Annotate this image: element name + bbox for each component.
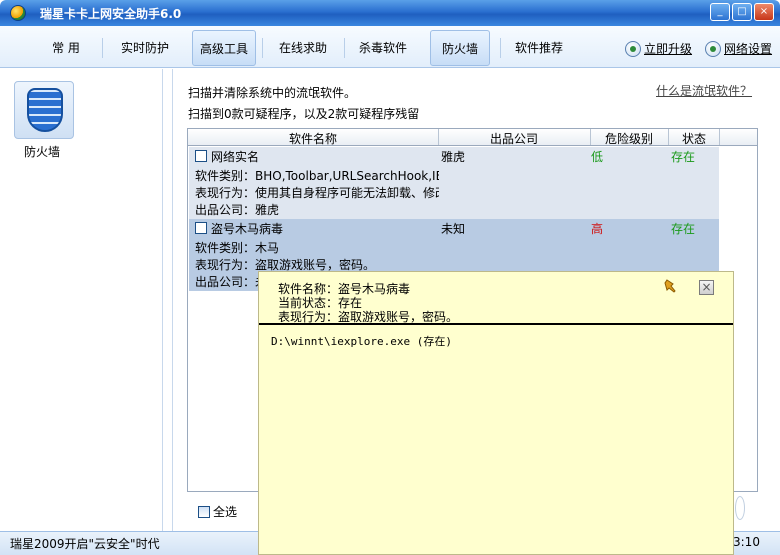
- row-danger-level: 高: [591, 222, 604, 236]
- action-button-edge[interactable]: [735, 496, 745, 520]
- row-checkbox[interactable]: [195, 222, 207, 234]
- left-sidebar: 防火墙: [0, 69, 163, 531]
- sidebar-item-label: 防火墙: [24, 145, 61, 159]
- table-header: 软件名称 出品公司 危险级别 状态: [188, 129, 757, 146]
- network-settings-link[interactable]: 网络设置: [705, 40, 772, 57]
- scan-description: 扫描并清除系统中的流氓软件。: [188, 86, 357, 100]
- popup-close-button[interactable]: ×: [699, 280, 714, 295]
- row-status: 存在: [671, 150, 696, 164]
- firewall-brick-icon: [27, 88, 63, 132]
- tab-divider: [102, 38, 103, 58]
- upgrade-label: 立即升级: [644, 42, 693, 56]
- select-all-label: 全选: [213, 505, 238, 519]
- row-vendor: 出品公司：未: [195, 275, 268, 289]
- select-all-box[interactable]: [198, 505, 210, 518]
- popup-file-path: D:\winnt\iexplore.exe (存在): [271, 335, 452, 348]
- upgrade-icon: [625, 40, 641, 57]
- popup-divider: [259, 323, 733, 325]
- row-software-name: 盗号木马病毒: [211, 222, 284, 236]
- what-is-malware-link[interactable]: 什么是流氓软件？: [656, 82, 752, 99]
- tab-software-recommend[interactable]: 软件推荐: [506, 30, 572, 66]
- row-software-name: 网络实名: [211, 150, 260, 164]
- row-company: 未知: [441, 222, 466, 236]
- column-divider: [719, 129, 720, 145]
- pin-icon[interactable]: [662, 278, 678, 294]
- detail-popup: 软件名称：盗号木马病毒 当前状态：存在 表现行为：盗取游戏账号，密码。 × D:…: [258, 271, 734, 555]
- upgrade-link[interactable]: 立即升级: [625, 40, 692, 57]
- window-title: 瑞星卡卡上网安全助手6.0: [40, 7, 182, 21]
- row-vendor: 出品公司：雅虎: [195, 203, 280, 217]
- row-danger-level: 低: [591, 150, 604, 164]
- tab-divider: [344, 38, 345, 58]
- row-category: 软件类别：木马: [195, 241, 280, 255]
- network-settings-icon: [705, 40, 721, 57]
- close-button[interactable]: ×: [754, 3, 774, 21]
- column-header-name[interactable]: 软件名称: [188, 130, 438, 147]
- scan-result-summary: 扫描到0款可疑程序，以及2款可疑程序残留: [188, 107, 420, 121]
- minimize-button[interactable]: _: [710, 3, 730, 21]
- row-checkbox[interactable]: [195, 150, 207, 162]
- row-behavior: 表现行为：使用其自身程序可能无法卸载、修改: [195, 186, 439, 200]
- row-company: 雅虎: [441, 150, 466, 164]
- row-status: 存在: [671, 222, 696, 236]
- maximize-button[interactable]: □: [732, 3, 752, 21]
- app-logo-icon: [10, 5, 26, 21]
- status-slogan: 瑞星2009开启"云安全"时代: [10, 537, 160, 551]
- select-all-checkbox[interactable]: 全选: [198, 503, 237, 520]
- tab-online-help[interactable]: 在线求助: [270, 30, 336, 66]
- table-row[interactable]: 网络实名 雅虎 低 存在 软件类别：BHO,Toolbar,URLSearchH…: [189, 147, 719, 219]
- column-header-level[interactable]: 危险级别: [591, 130, 667, 147]
- tab-divider: [262, 38, 263, 58]
- window-controls: _ □ ×: [710, 3, 774, 21]
- column-header-company[interactable]: 出品公司: [439, 130, 589, 147]
- row-category: 软件类别：BHO,Toolbar,URLSearchHook,IE额外: [195, 169, 439, 183]
- tab-advanced-tools[interactable]: 高级工具: [192, 30, 256, 66]
- column-header-status[interactable]: 状态: [669, 130, 719, 147]
- tab-divider: [500, 38, 501, 58]
- status-time: 3:10: [733, 535, 760, 549]
- tab-firewall[interactable]: 防火墙: [430, 30, 490, 66]
- tab-realtime-protection[interactable]: 实时防护: [112, 30, 178, 66]
- sidebar-item-firewall[interactable]: [14, 81, 74, 139]
- tab-antivirus[interactable]: 杀毒软件: [350, 30, 416, 66]
- main-tab-bar: 常 用 实时防护 高级工具 在线求助 杀毒软件 防火墙 软件推荐 立即升级 网络…: [0, 26, 780, 68]
- network-settings-label: 网络设置: [724, 42, 773, 56]
- title-bar: 瑞星卡卡上网安全助手6.0 _ □ ×: [0, 0, 780, 26]
- tab-common[interactable]: 常 用: [38, 30, 94, 66]
